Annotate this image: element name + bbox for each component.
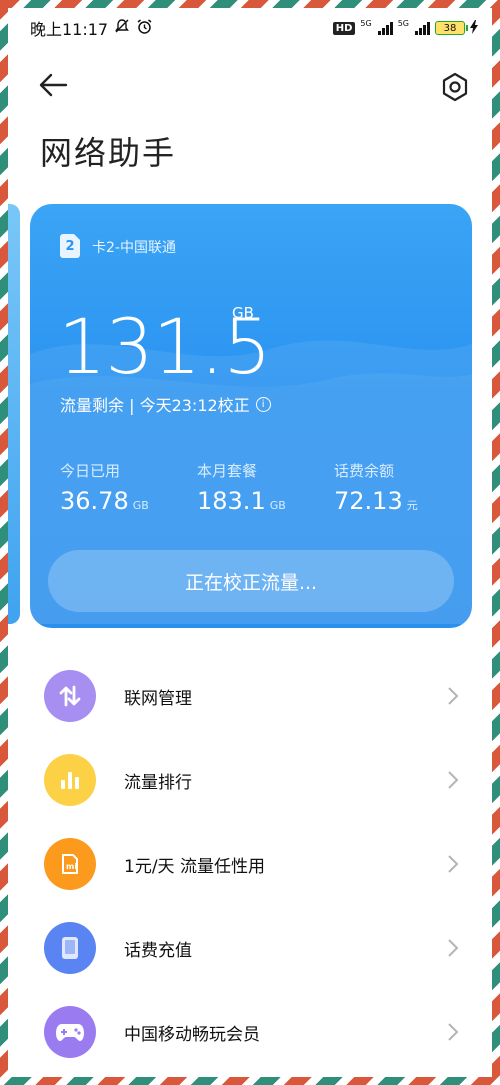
phone-screen: 晚上11:17 HD 5G 5G 38 网络助手 2 卡2-中国联通 131.5…	[8, 8, 492, 1077]
chevron-right-icon	[446, 770, 460, 790]
network-type-2: 5G	[397, 18, 409, 28]
mute-bell-icon	[114, 18, 130, 38]
stat-unit: GB	[132, 499, 149, 512]
status-right: HD 5G 5G 38	[332, 18, 478, 37]
calibrate-data-button[interactable]: 正在校正流量...	[48, 550, 454, 612]
chevron-right-icon	[446, 1022, 460, 1042]
svg-text:mi: mi	[66, 862, 77, 871]
phone-card-icon	[44, 922, 96, 974]
network-type-1: 5G	[360, 18, 372, 28]
list-item-gaming-membership[interactable]: 中国移动畅玩会员	[8, 990, 492, 1074]
sim-card-icon: 2	[60, 234, 80, 258]
remaining-data-unit: GB	[232, 304, 254, 322]
list-item-network-management[interactable]: 联网管理	[8, 654, 492, 738]
sim-label: 卡2-中国联通	[92, 240, 176, 256]
status-bar: 晚上11:17 HD 5G 5G 38	[8, 8, 492, 48]
stat-unit: GB	[269, 499, 286, 512]
stat-value: 36.78 GB	[60, 487, 149, 515]
signal-2-icon	[415, 21, 430, 35]
bar-chart-icon	[44, 754, 96, 806]
back-arrow-icon[interactable]	[36, 70, 70, 100]
remaining-sub-info: 流量剩余 | 今天23:12校正 i	[60, 392, 271, 416]
chevron-right-icon	[446, 686, 460, 706]
stat-label: 今日已用	[60, 462, 121, 480]
stat-number: 72.13	[334, 487, 403, 515]
list-item-data-ranking[interactable]: 流量排行	[8, 738, 492, 822]
stat-label: 本月套餐	[197, 462, 258, 480]
network-arrows-icon	[44, 670, 96, 722]
list-item-label: 联网管理	[124, 688, 192, 709]
list-item-label: 中国移动畅玩会员	[124, 1024, 260, 1045]
sub-info-text: 流量剩余 | 今天23:12校正	[60, 396, 250, 415]
stat-label: 话费余额	[334, 462, 395, 480]
stat-number: 183.1	[197, 487, 266, 515]
list-item-label: 话费充值	[124, 940, 192, 961]
stat-value: 183.1 GB	[197, 487, 286, 515]
stat-balance: 话费余额 72.13 元	[334, 460, 418, 515]
info-icon[interactable]: i	[255, 396, 271, 412]
alarm-icon	[136, 18, 153, 39]
battery-indicator: 38	[435, 21, 468, 35]
status-left: 晚上11:17	[30, 16, 153, 40]
data-usage-card[interactable]: 2 卡2-中国联通 131.5 GB 流量剩余 | 今天23:12校正 i 今日…	[30, 204, 472, 628]
status-time: 晚上11:17	[30, 20, 109, 39]
settings-gear-icon[interactable]	[438, 70, 472, 104]
chevron-right-icon	[446, 938, 460, 958]
gamepad-icon	[44, 1006, 96, 1058]
previous-sim-card-peek[interactable]	[8, 204, 20, 624]
mi-card-icon: mi	[44, 838, 96, 890]
list-item-label: 1元/天 流量任性用	[124, 856, 265, 877]
list-item-phone-recharge[interactable]: 话费充值	[8, 906, 492, 990]
list-item-daily-data-plan[interactable]: mi 1元/天 流量任性用	[8, 822, 492, 906]
stat-number: 36.78	[60, 487, 129, 515]
feature-list: 联网管理 流量排行 mi 1元/天 流量任性用 话费充值 中国移动畅玩会员	[8, 654, 492, 1074]
charging-icon	[470, 19, 478, 37]
page-title: 网络助手	[40, 134, 177, 172]
chevron-right-icon	[446, 854, 460, 874]
stat-unit: 元	[406, 499, 418, 512]
hd-badge: HD	[332, 21, 356, 35]
stat-monthly-plan: 本月套餐 183.1 GB	[197, 460, 286, 515]
signal-1-icon	[377, 21, 393, 35]
list-item-label: 流量排行	[124, 772, 192, 793]
stat-value: 72.13 元	[334, 487, 418, 515]
stat-today-used: 今日已用 36.78 GB	[60, 460, 149, 515]
